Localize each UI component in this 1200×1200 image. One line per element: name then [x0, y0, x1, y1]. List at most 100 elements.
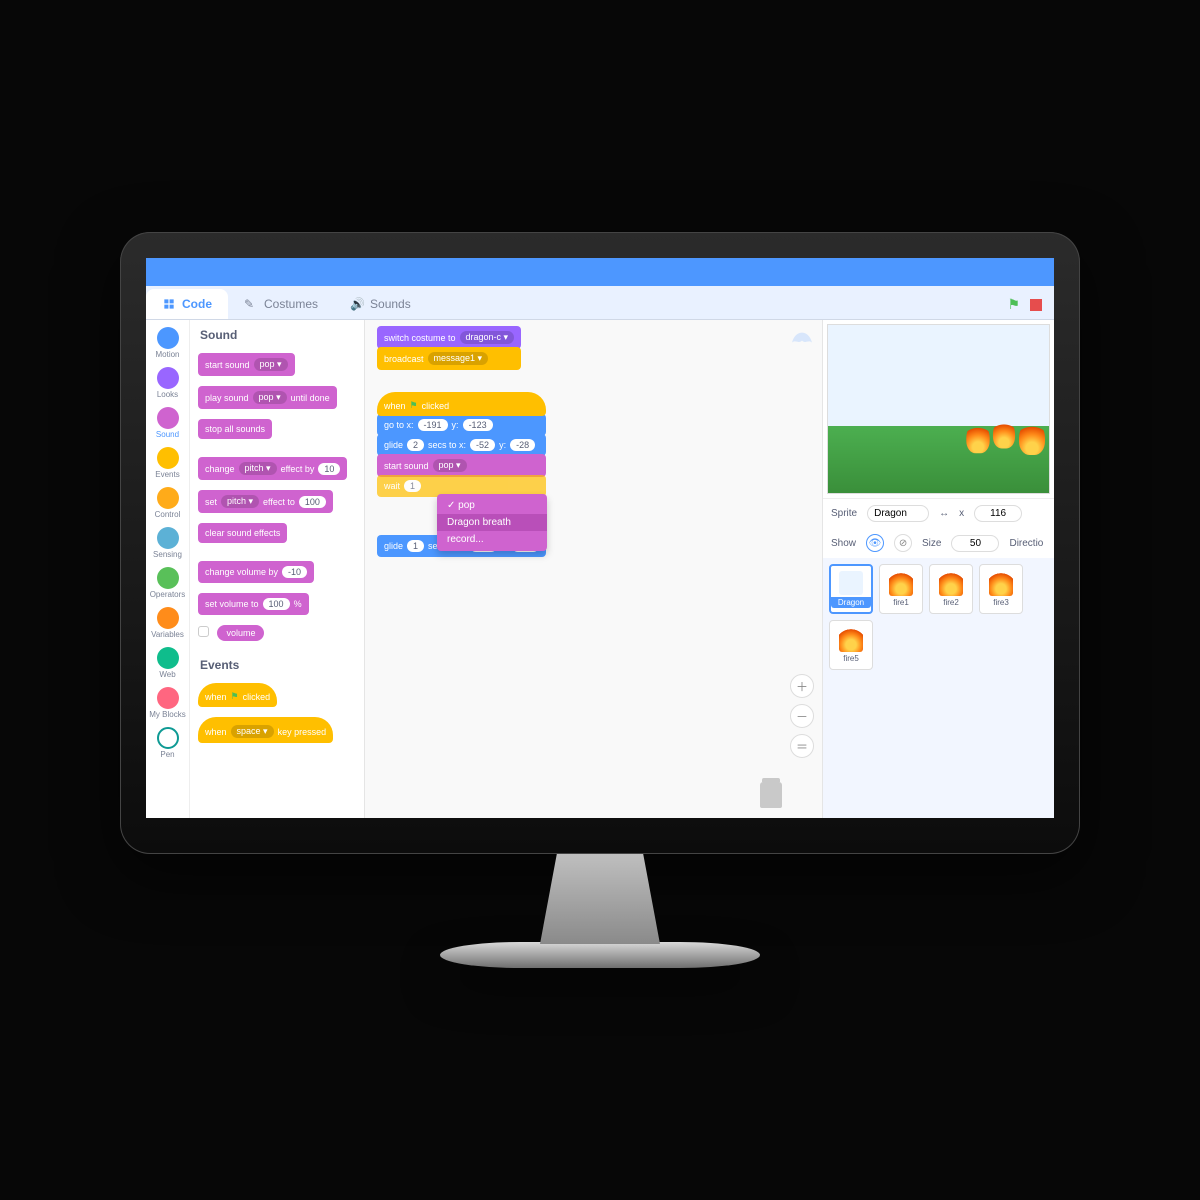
control-icon: [157, 487, 179, 509]
block-volume-reporter[interactable]: volume: [217, 625, 264, 641]
events-icon: [157, 447, 179, 469]
volume-monitor-checkbox[interactable]: [198, 626, 209, 637]
monitor-stand: [540, 854, 660, 944]
sprite-size-input[interactable]: [951, 535, 999, 552]
block-play-sound-until-done[interactable]: play sound pop ▾ until done: [198, 386, 337, 409]
stop-icon[interactable]: [1030, 299, 1042, 311]
script-top[interactable]: switch costume to dragon-c ▾ broadcast m…: [377, 326, 521, 370]
block-palette: Sound start sound pop ▾ play sound pop ▾…: [190, 320, 365, 818]
block-volume-reporter-row: volume: [198, 620, 358, 646]
script-main[interactable]: when ⚑ clicked go to x: -191 y: -123 gli…: [377, 392, 546, 557]
screen: Code ✎ Costumes 🔊 Sounds ⚑ Motion: [146, 258, 1054, 818]
myblocks-icon: [157, 687, 179, 709]
block-clear-sound-effects[interactable]: clear sound effects: [198, 523, 287, 543]
sprite-label: Sprite: [831, 508, 857, 519]
zoom-out-button[interactable]: －: [790, 704, 814, 728]
x-label: x: [959, 508, 964, 519]
block-when-flag-clicked[interactable]: when ⚑ clicked: [198, 683, 277, 707]
pen-icon: [157, 727, 179, 749]
category-events[interactable]: Events: [148, 444, 188, 482]
block-change-volume[interactable]: change volume by -10: [198, 561, 314, 583]
hide-button[interactable]: ⊘: [894, 534, 912, 552]
zoom-reset-button[interactable]: ＝: [790, 734, 814, 758]
web-icon: [157, 647, 179, 669]
category-operators[interactable]: Operators: [148, 564, 188, 602]
direction-label: Directio: [1009, 538, 1043, 549]
sprite-card-fire5[interactable]: fire5: [829, 620, 873, 670]
green-flag-icon: ⚑: [410, 400, 418, 411]
sprite-thumb: [939, 572, 963, 596]
sprite-info-panel: Sprite ↔ x Show 👁 ⊘ Size Directio: [823, 498, 1054, 558]
sound-option-pop[interactable]: pop: [437, 497, 547, 514]
arrows-icon: ↔: [939, 508, 949, 519]
sensing-icon: [157, 527, 179, 549]
size-label: Size: [922, 538, 941, 549]
block-goto-xy[interactable]: go to x: -191 y: -123: [377, 414, 546, 436]
canvas-controls: ＋ － ＝: [790, 674, 814, 758]
editor-tabs: Code ✎ Costumes 🔊 Sounds ⚑: [146, 286, 1054, 320]
green-flag-icon: ⚑: [231, 691, 239, 702]
block-when-flag-clicked[interactable]: when ⚑ clicked: [377, 392, 546, 416]
category-web[interactable]: Web: [148, 644, 188, 682]
block-set-pitch[interactable]: set pitch ▾ effect to 100: [198, 490, 333, 513]
block-start-sound[interactable]: start sound pop ▾: [198, 353, 295, 376]
looks-icon: [157, 367, 179, 389]
watermark-icon: [788, 326, 816, 346]
trash-icon[interactable]: [760, 782, 782, 808]
sound-icon: [157, 407, 179, 429]
block-when-key-pressed[interactable]: when space ▾ key pressed: [198, 717, 333, 743]
sprite-card-fire2[interactable]: fire2: [929, 564, 973, 614]
block-broadcast[interactable]: broadcast message1 ▾: [377, 347, 521, 370]
sprite-card-label: fire2: [943, 598, 959, 607]
sprite-card-fire3[interactable]: fire3: [979, 564, 1023, 614]
zoom-in-button[interactable]: ＋: [790, 674, 814, 698]
tab-sounds[interactable]: 🔊 Sounds: [334, 289, 427, 319]
sprite-card-dragon[interactable]: Dragon: [829, 564, 873, 614]
category-variables[interactable]: Variables: [148, 604, 188, 642]
sprite-card-fire1[interactable]: fire1: [879, 564, 923, 614]
block-start-sound[interactable]: start sound pop ▾: [377, 454, 546, 477]
variables-icon: [157, 607, 179, 629]
tab-sounds-label: Sounds: [370, 297, 411, 311]
block-stop-all-sounds[interactable]: stop all sounds: [198, 419, 272, 439]
tab-costumes-label: Costumes: [264, 297, 318, 311]
category-control[interactable]: Control: [148, 484, 188, 522]
tab-code-label: Code: [182, 297, 212, 311]
category-column: MotionLooksSoundEventsControlSensingOper…: [146, 320, 190, 818]
script-canvas[interactable]: switch costume to dragon-c ▾ broadcast m…: [365, 320, 822, 818]
sound-dropdown-menu[interactable]: pop Dragon breath record...: [437, 494, 547, 551]
block-switch-costume[interactable]: switch costume to dragon-c ▾: [377, 326, 521, 349]
monitor-bezel: Code ✎ Costumes 🔊 Sounds ⚑ Motion: [120, 232, 1080, 854]
sprite-name-input[interactable]: [867, 505, 929, 522]
category-sensing[interactable]: Sensing: [148, 524, 188, 562]
category-my-blocks[interactable]: My Blocks: [148, 684, 188, 722]
block-change-pitch[interactable]: change pitch ▾ effect by 10: [198, 457, 347, 480]
palette-header-sound: Sound: [200, 328, 358, 342]
app-menubar[interactable]: [146, 258, 1054, 286]
sound-option-dragon-breath[interactable]: Dragon breath: [437, 514, 547, 531]
motion-icon: [157, 327, 179, 349]
show-button[interactable]: 👁: [866, 534, 884, 552]
category-looks[interactable]: Looks: [148, 364, 188, 402]
category-motion[interactable]: Motion: [148, 324, 188, 362]
tab-costumes[interactable]: ✎ Costumes: [228, 289, 334, 319]
palette-header-events: Events: [200, 658, 358, 672]
sprite-list: Dragon fire1 fire2 fire3 fire5: [823, 558, 1054, 818]
monitor-frame: Code ✎ Costumes 🔊 Sounds ⚑ Motion: [120, 232, 1080, 968]
operators-icon: [157, 567, 179, 589]
tab-code[interactable]: Code: [146, 289, 228, 319]
sound-option-record[interactable]: record...: [437, 531, 547, 548]
category-pen[interactable]: Pen: [148, 724, 188, 762]
code-icon: [162, 297, 176, 311]
block-set-volume[interactable]: set volume to 100 %: [198, 593, 309, 615]
sprite-card-label: fire3: [993, 598, 1009, 607]
green-flag-icon[interactable]: ⚑: [1007, 296, 1020, 313]
stage[interactable]: [827, 324, 1050, 494]
block-glide[interactable]: glide 2 secs to x: -52 y: -28: [377, 434, 546, 456]
check-icon: [447, 500, 458, 511]
category-sound[interactable]: Sound: [148, 404, 188, 442]
speaker-icon: 🔊: [350, 297, 364, 311]
sprite-card-label: fire1: [893, 598, 909, 607]
sprite-x-input[interactable]: [974, 505, 1022, 522]
monitor-base: [440, 942, 760, 968]
